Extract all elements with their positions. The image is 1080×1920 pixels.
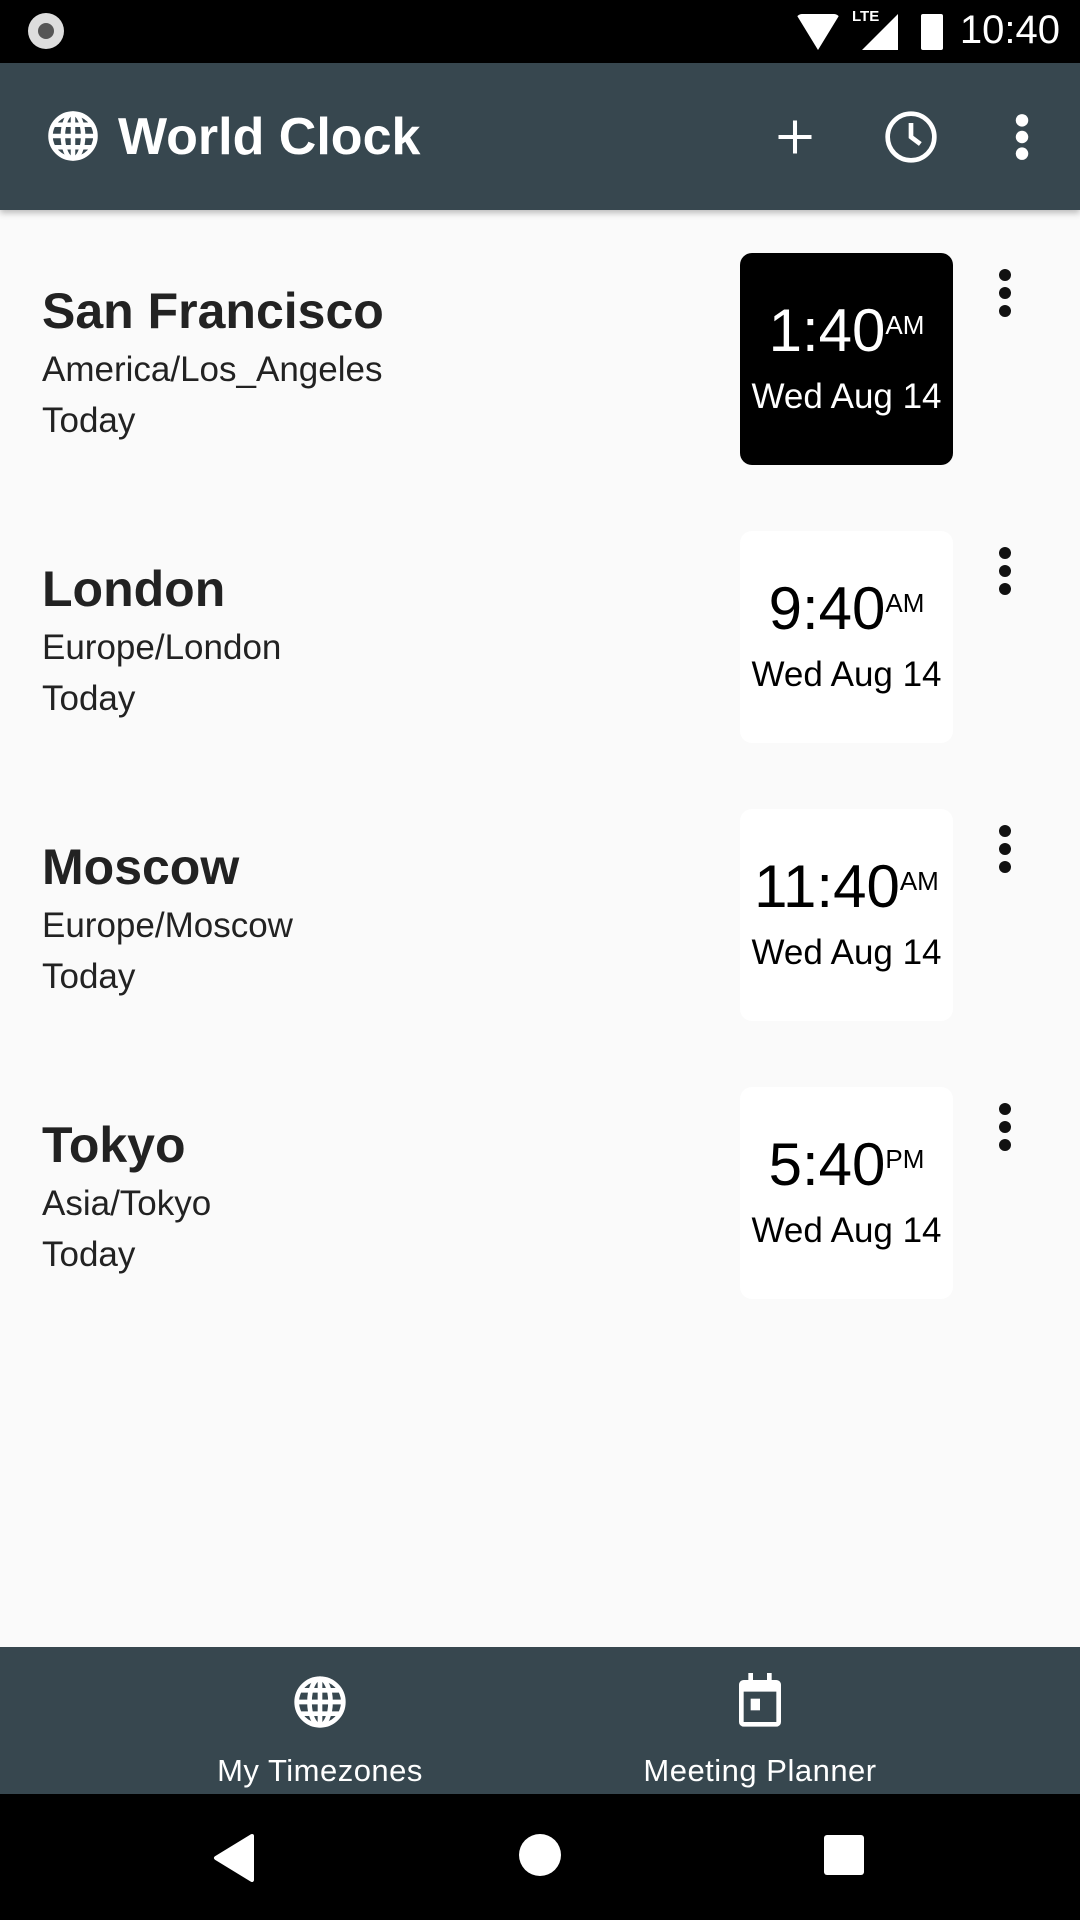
- home-button[interactable]: [519, 1834, 561, 1876]
- more-vert-icon: [999, 269, 1011, 281]
- timezone-id: America/Los_Angeles: [42, 350, 383, 389]
- timezone-row[interactable]: Moscow Europe/Moscow Today 11:40AM Wed A…: [0, 766, 1080, 1044]
- more-vert-icon: [999, 1103, 1011, 1115]
- app-bar: World Clock: [0, 63, 1080, 210]
- app-title: World Clock: [118, 108, 421, 166]
- recents-button[interactable]: [824, 1835, 864, 1875]
- nav-label: My Timezones: [217, 1753, 423, 1788]
- city-name: Tokyo: [42, 1117, 186, 1173]
- back-icon[interactable]: [212, 1834, 256, 1882]
- signal-icon: [862, 14, 898, 50]
- overflow-menu-button[interactable]: [982, 97, 1062, 177]
- time-value: 9:40: [768, 575, 886, 642]
- add-icon: [778, 120, 812, 154]
- more-vert-icon: [1015, 114, 1029, 160]
- clock-time: 5:40PM: [740, 1135, 953, 1195]
- more-vert-icon: [999, 305, 1011, 317]
- city-name: Moscow: [42, 839, 240, 895]
- more-vert-icon: [999, 547, 1011, 559]
- bottom-navigation: My Timezones Meeting Planner: [0, 1647, 1080, 1794]
- ampm-label: AM: [885, 588, 925, 618]
- more-vert-icon: [999, 583, 1011, 595]
- nav-my-timezones[interactable]: My Timezones: [170, 1647, 470, 1794]
- nav-label: Meeting Planner: [643, 1753, 877, 1788]
- relative-day: Today: [42, 401, 136, 440]
- timezone-row[interactable]: Tokyo Asia/Tokyo Today 5:40PM Wed Aug 14: [0, 1044, 1080, 1322]
- timezone-id: Europe/London: [42, 628, 282, 667]
- status-bar: LTE 10:40: [0, 0, 1080, 63]
- clock-card[interactable]: 5:40PM Wed Aug 14: [740, 1087, 953, 1299]
- clock-date: Wed Aug 14: [751, 377, 942, 416]
- row-overflow-menu-button[interactable]: [980, 538, 1030, 608]
- more-vert-icon: [999, 861, 1011, 873]
- more-vert-icon: [999, 287, 1011, 299]
- city-name: San Francisco: [42, 283, 384, 339]
- screen-record-icon: [28, 13, 64, 49]
- clock-card[interactable]: 9:40AM Wed Aug 14: [740, 531, 953, 743]
- ampm-label: AM: [885, 310, 925, 340]
- relative-day: Today: [42, 957, 136, 996]
- more-vert-icon: [999, 565, 1011, 577]
- time-value: 5:40: [768, 1131, 886, 1198]
- globe-icon: [294, 1676, 346, 1728]
- timezone-id: Europe/Moscow: [42, 906, 293, 945]
- system-navigation-bar: [0, 1794, 1080, 1920]
- relative-day: Today: [42, 679, 136, 718]
- more-vert-icon: [999, 1139, 1011, 1151]
- row-overflow-menu-button[interactable]: [980, 260, 1030, 330]
- clock-button[interactable]: [871, 97, 951, 177]
- calendar-icon: [739, 1673, 781, 1727]
- clock-card[interactable]: 11:40AM Wed Aug 14: [740, 809, 953, 1021]
- clock-time: 9:40AM: [740, 579, 953, 639]
- battery-icon: [921, 14, 943, 50]
- clock-icon: [885, 111, 937, 163]
- timezone-row[interactable]: London Europe/London Today 9:40AM Wed Au…: [0, 488, 1080, 766]
- more-vert-icon: [999, 1121, 1011, 1133]
- row-overflow-menu-button[interactable]: [980, 1094, 1030, 1164]
- timezone-id: Asia/Tokyo: [42, 1184, 212, 1223]
- clock-date: Wed Aug 14: [751, 933, 942, 972]
- ampm-label: PM: [885, 1144, 925, 1174]
- more-vert-icon: [999, 843, 1011, 855]
- status-time: 10:40: [959, 8, 1060, 52]
- globe-icon: [48, 111, 98, 161]
- clock-time: 11:40AM: [740, 857, 953, 917]
- more-vert-icon: [999, 825, 1011, 837]
- nav-meeting-planner[interactable]: Meeting Planner: [610, 1647, 910, 1794]
- timezone-row[interactable]: San Francisco America/Los_Angeles Today …: [0, 210, 1080, 488]
- clock-time: 1:40AM: [740, 301, 953, 361]
- clock-date: Wed Aug 14: [751, 655, 942, 694]
- city-name: London: [42, 561, 226, 617]
- clock-card[interactable]: 1:40AM Wed Aug 14: [740, 253, 953, 465]
- relative-day: Today: [42, 1235, 136, 1274]
- wifi-icon: [796, 14, 840, 50]
- row-overflow-menu-button[interactable]: [980, 816, 1030, 886]
- add-timezone-button[interactable]: [755, 97, 835, 177]
- time-value: 11:40: [754, 853, 900, 920]
- clock-date: Wed Aug 14: [751, 1211, 942, 1250]
- ampm-label: AM: [899, 866, 939, 896]
- time-value: 1:40: [768, 297, 886, 364]
